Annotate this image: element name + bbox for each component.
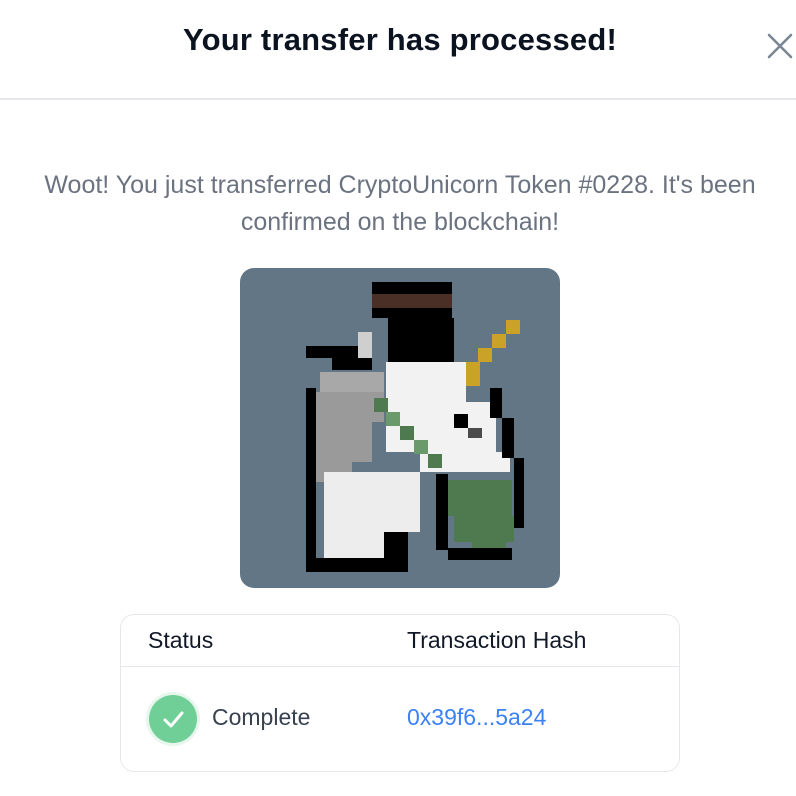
transaction-hash-link[interactable]: 0x39f6...5a24 bbox=[407, 704, 546, 731]
hash-header: Transaction Hash bbox=[407, 627, 587, 653]
modal-header: Your transfer has processed! bbox=[0, 0, 796, 100]
check-circle-icon bbox=[149, 695, 197, 743]
modal-title: Your transfer has processed! bbox=[183, 22, 617, 57]
status-header: Status bbox=[148, 627, 214, 653]
transaction-table: Status Transaction Hash Complete 0x39f6.… bbox=[120, 614, 680, 772]
transfer-success-modal: Your transfer has processed! Woot! You j… bbox=[0, 0, 796, 796]
confirmation-message: Woot! You just transferred CryptoUnicorn… bbox=[44, 171, 756, 236]
close-icon bbox=[767, 33, 793, 59]
close-button[interactable] bbox=[764, 30, 796, 62]
status-value: Complete bbox=[212, 704, 311, 730]
table-header-row: Status Transaction Hash bbox=[121, 615, 679, 667]
nft-image bbox=[240, 268, 560, 588]
pixel-unicorn-image bbox=[306, 282, 524, 572]
